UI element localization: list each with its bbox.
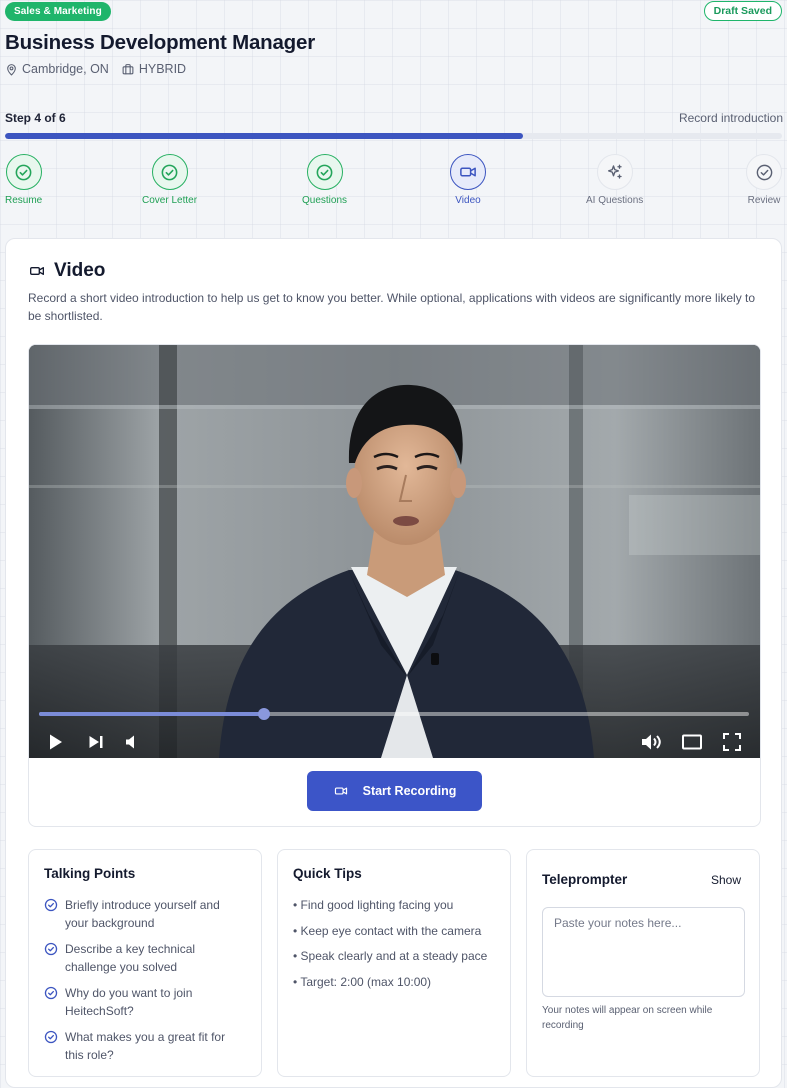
quick-tips-list: • Find good lighting facing you • Keep e… xyxy=(293,896,487,998)
list-item: • Find good lighting facing you xyxy=(293,898,454,912)
step-cover-letter[interactable]: Cover Letter xyxy=(142,154,197,206)
stepper: Resume Cover Letter Questions Video AI Q… xyxy=(0,154,787,214)
talking-point-text: What makes you a great fit for this role… xyxy=(65,1030,226,1062)
check-circle-icon xyxy=(44,898,58,912)
check-circle-icon xyxy=(756,164,772,180)
step-label: Review xyxy=(747,195,781,206)
talking-points-title: Talking Points xyxy=(44,866,136,881)
skip-next-icon xyxy=(89,736,103,748)
quick-tips-panel: Quick Tips • Find good lighting facing y… xyxy=(277,849,511,1077)
video-player[interactable] xyxy=(29,345,760,758)
video-frame xyxy=(29,345,760,758)
step-ai-questions[interactable]: AI Questions xyxy=(586,154,643,206)
talking-points-panel: Talking Points Briefly introduce yoursel… xyxy=(28,849,262,1077)
mute-button[interactable] xyxy=(121,731,143,753)
talking-point-text: Why do you want to join HeitechSoft? xyxy=(65,986,193,1018)
check-circle-icon xyxy=(316,164,333,180)
step-resume[interactable]: Resume xyxy=(5,154,42,206)
step-label: Cover Letter xyxy=(142,195,198,206)
video-camera-icon xyxy=(334,787,347,795)
scrubber-played xyxy=(39,712,265,716)
start-recording-button[interactable]: Start Recording xyxy=(307,771,482,811)
fullscreen-icon xyxy=(723,733,741,751)
step-cover-letter-circle xyxy=(151,154,188,190)
work-type-text: HYBRID xyxy=(138,62,187,76)
sparkles-icon xyxy=(607,164,622,179)
list-item: • Target: 2:00 (max 10:00) xyxy=(293,974,432,989)
theater-mode-icon xyxy=(682,734,702,750)
theater-mode-button[interactable] xyxy=(681,731,703,753)
step-ai-questions-circle xyxy=(596,154,633,190)
job-meta: Cambridge, ON HYBRID xyxy=(5,62,198,76)
section-description: Record a short video introduction to hel… xyxy=(28,291,756,323)
job-title: Business Development Manager xyxy=(5,31,315,54)
map-pin-icon xyxy=(7,63,16,75)
talking-point-text: Briefly introduce yourself and your back… xyxy=(65,898,220,930)
list-item: Briefly introduce yourself and your back… xyxy=(44,896,244,932)
fullscreen-button[interactable] xyxy=(721,731,743,753)
list-item: • Speak clearly and at a steady pace xyxy=(293,949,488,963)
section-title: Video xyxy=(28,260,105,282)
teleprompter-panel: Teleprompter Show Your notes will appear… xyxy=(526,849,760,1077)
job-work-type: HYBRID xyxy=(121,62,186,76)
step-questions[interactable]: Questions xyxy=(302,154,347,206)
location-text: Cambridge, ON xyxy=(22,62,109,76)
step-review-circle xyxy=(746,154,782,190)
teleprompter-hint: Your notes will appear on screen while r… xyxy=(542,1005,713,1031)
step-counter: Step 4 of 6 xyxy=(5,111,66,125)
step-label: Questions xyxy=(302,195,348,206)
step-label: Video xyxy=(455,195,481,206)
list-item: • Keep eye contact with the camera xyxy=(293,923,482,938)
progress-bar xyxy=(5,133,782,139)
video-camera-icon xyxy=(460,167,476,177)
volume-high-icon xyxy=(642,734,661,750)
talking-point-text: Describe a key technical challenge you s… xyxy=(65,942,196,974)
teleprompter-notes-input[interactable] xyxy=(542,907,745,997)
talking-points-list: Briefly introduce yourself and your back… xyxy=(44,896,244,1072)
video-scrubber[interactable] xyxy=(39,708,749,720)
progress-fill xyxy=(5,133,524,139)
draft-saved-badge: Draft Saved xyxy=(703,1,782,21)
teleprompter-title: Teleprompter xyxy=(542,872,628,887)
scrubber-handle[interactable] xyxy=(258,708,271,720)
play-icon xyxy=(50,734,62,750)
volume-low-icon xyxy=(126,735,134,749)
quick-tips-title: Quick Tips xyxy=(293,866,362,881)
video-recorder: Start Recording xyxy=(28,344,761,827)
step-questions-circle xyxy=(306,154,343,190)
check-circle-icon xyxy=(161,164,178,180)
video-step-card: Video Record a short video introduction … xyxy=(5,238,782,1088)
list-item: Describe a key technical challenge you s… xyxy=(44,940,244,976)
check-circle-icon xyxy=(15,164,32,180)
category-badge: Sales & Marketing xyxy=(5,2,111,21)
check-circle-icon xyxy=(44,1030,58,1044)
teleprompter-show-toggle[interactable]: Show xyxy=(711,873,741,887)
list-item: Why do you want to join HeitechSoft? xyxy=(44,984,244,1020)
volume-button[interactable] xyxy=(641,731,663,753)
step-video[interactable]: Video xyxy=(450,154,486,206)
check-circle-icon xyxy=(44,942,58,956)
step-label: AI Questions xyxy=(586,195,644,206)
step-resume-circle xyxy=(5,154,42,190)
job-location: Cambridge, ON xyxy=(5,62,109,76)
briefcase-icon xyxy=(122,63,134,74)
video-camera-icon xyxy=(30,267,44,275)
play-button[interactable] xyxy=(45,731,67,753)
list-item: What makes you a great fit for this role… xyxy=(44,1028,244,1064)
step-label: Resume xyxy=(5,195,43,206)
check-circle-icon xyxy=(44,986,58,1000)
step-video-circle xyxy=(450,154,486,190)
next-button[interactable] xyxy=(85,731,107,753)
section-title-text: Video xyxy=(54,260,106,281)
start-recording-label: Start Recording xyxy=(362,784,457,798)
step-description: Record introduction xyxy=(678,111,783,125)
step-review[interactable]: Review xyxy=(746,154,782,206)
